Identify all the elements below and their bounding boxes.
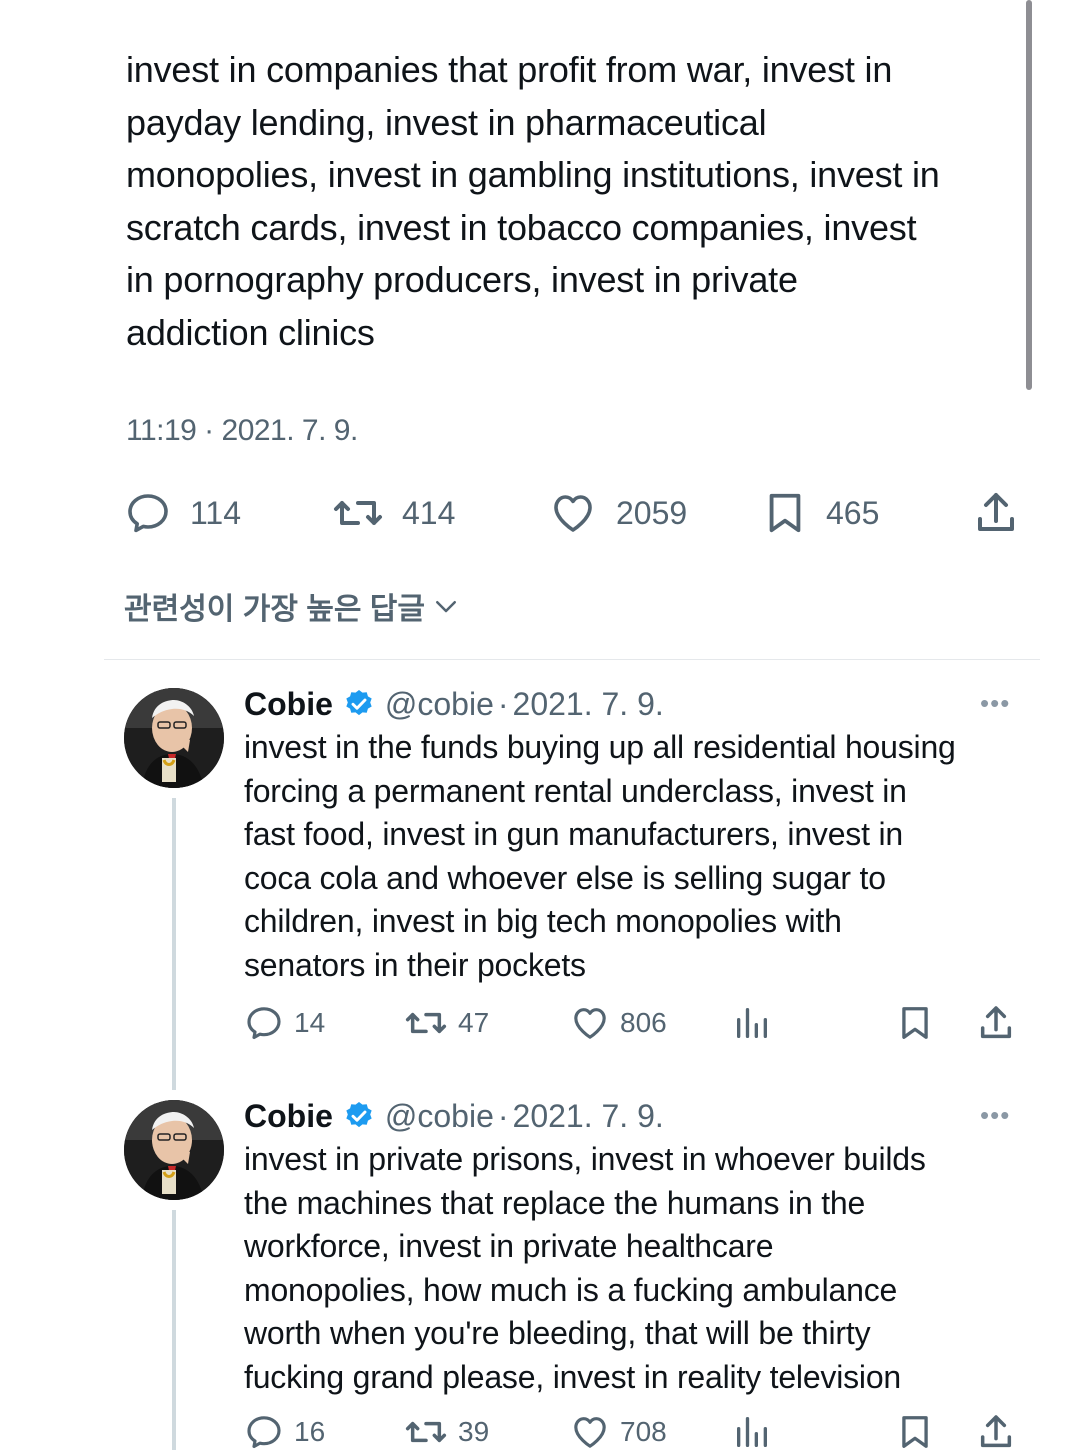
chevron-down-icon (436, 601, 457, 613)
retweet-icon (405, 1421, 447, 1443)
heart-icon (574, 1417, 606, 1448)
separator-dot: · (497, 1097, 509, 1134)
reply-header: Cobie @cobie · 2021. 7. 9. (244, 684, 664, 724)
retweet-button[interactable]: 414 (332, 485, 455, 541)
share-button[interactable] (976, 1001, 1016, 1045)
bookmark-button[interactable] (896, 1001, 934, 1045)
reply-icon (247, 1007, 281, 1040)
heart-icon (574, 1008, 606, 1039)
bookmark-icon (902, 1007, 928, 1039)
share-icon (980, 1006, 1012, 1039)
scrollbar[interactable] (1026, 0, 1032, 390)
like-count: 806 (620, 1007, 667, 1038)
verified-badge-icon (343, 688, 375, 720)
retweet-button[interactable]: 47 (404, 1001, 489, 1045)
reply-button[interactable]: 114 (124, 485, 241, 541)
reply-actions: 16 39 708 (0, 1410, 1084, 1454)
views-button[interactable] (732, 1001, 772, 1045)
heart-icon (554, 495, 592, 532)
reply-count: 16 (294, 1416, 326, 1447)
like-count: 708 (620, 1416, 667, 1447)
views-icon (737, 1008, 767, 1038)
reply-actions: 14 47 806 (0, 1001, 1084, 1045)
reply-header: Cobie @cobie · 2021. 7. 9. (244, 1096, 664, 1136)
avatar[interactable] (124, 688, 224, 788)
author-handle[interactable]: @cobie (385, 686, 494, 723)
retweet-count: 39 (458, 1416, 490, 1447)
tweet-timestamp[interactable]: 11:19 · 2021. 7. 9. (126, 414, 358, 448)
retweet-count: 414 (402, 494, 456, 531)
avatar[interactable] (124, 1100, 224, 1200)
bookmark-button[interactable] (896, 1410, 934, 1454)
main-tweet-actions: 114 414 2059 465 (0, 485, 1084, 541)
views-icon (737, 1417, 767, 1447)
like-button[interactable]: 806 (570, 1001, 667, 1045)
reply-button[interactable]: 14 (244, 1001, 325, 1045)
author-handle[interactable]: @cobie (385, 1098, 494, 1135)
author-name[interactable]: Cobie (244, 1098, 333, 1135)
replies-sort-dropdown[interactable]: 관련성이 가장 높은 답글 (124, 584, 461, 628)
reply-date[interactable]: 2021. 7. 9. (513, 686, 664, 723)
retweet-icon (405, 1012, 447, 1034)
divider (104, 659, 1040, 660)
more-icon[interactable]: ••• (980, 1100, 1010, 1131)
reply-icon (247, 1416, 281, 1449)
like-button[interactable]: 2059 (548, 485, 687, 541)
separator-dot: · (497, 685, 509, 722)
reply-text: invest in the funds buying up all reside… (244, 729, 956, 983)
reply-text: invest in private prisons, invest in who… (244, 1141, 926, 1395)
retweet-button[interactable]: 39 (404, 1410, 489, 1454)
main-tweet-text: invest in companies that profit from war… (126, 49, 940, 353)
share-button[interactable] (972, 485, 1020, 541)
replies-sort-label: 관련성이 가장 높은 답글 (124, 593, 426, 626)
share-icon (980, 1415, 1012, 1448)
retweet-icon (334, 501, 382, 525)
more-icon[interactable]: ••• (980, 688, 1010, 719)
share-icon (978, 493, 1014, 531)
bookmark-icon (902, 1416, 928, 1448)
avatar-photo-icon (124, 688, 224, 788)
like-count: 2059 (616, 494, 688, 531)
share-button[interactable] (976, 1410, 1016, 1454)
reply-count: 114 (190, 494, 242, 531)
bookmark-count: 465 (826, 494, 880, 531)
bookmark-icon (769, 493, 801, 533)
views-button[interactable] (732, 1410, 772, 1454)
retweet-count: 47 (458, 1007, 490, 1038)
reply-count: 14 (294, 1007, 326, 1038)
avatar-photo-icon (124, 1100, 224, 1200)
reply-icon (128, 494, 168, 533)
verified-badge-icon (343, 1100, 375, 1132)
reply-date[interactable]: 2021. 7. 9. (513, 1098, 664, 1135)
author-name[interactable]: Cobie (244, 686, 333, 723)
thread-connector (172, 798, 176, 1090)
like-button[interactable]: 708 (570, 1410, 667, 1454)
bookmark-button[interactable]: 465 (762, 485, 879, 541)
reply-button[interactable]: 16 (244, 1410, 325, 1454)
